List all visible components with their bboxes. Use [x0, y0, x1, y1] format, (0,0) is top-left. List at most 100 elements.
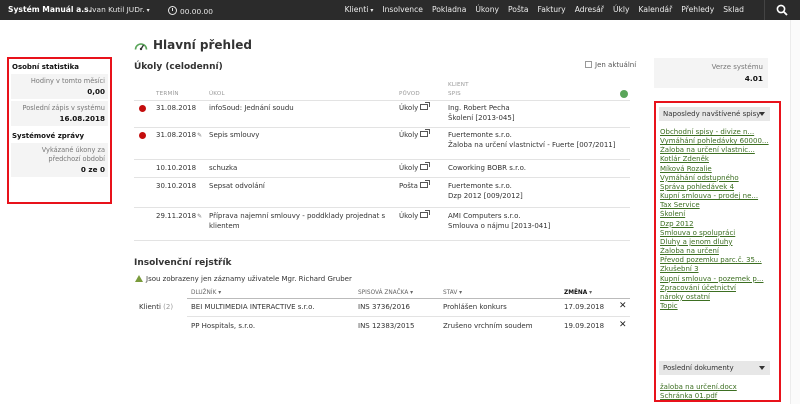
task-name[interactable]: schuzka: [209, 163, 237, 173]
stopwatch-icon: [168, 6, 177, 15]
recent-files-header[interactable]: Naposledy navštívené spisy: [659, 107, 770, 121]
task-name[interactable]: Sepsat odvolání: [209, 181, 265, 191]
recent-file-link[interactable]: Smlouva o spolupráci: [660, 229, 774, 238]
recent-docs-title: Poslední dokumenty: [663, 364, 734, 372]
ins-file-ref[interactable]: INS 3736/2016: [358, 302, 410, 312]
recent-file-link[interactable]: Kupní smlouva - prodej ne...: [660, 192, 774, 201]
col-change-label: Změna: [564, 290, 588, 296]
col-term[interactable]: Termín: [156, 91, 179, 97]
task-origin[interactable]: Pošta: [399, 180, 430, 191]
nav-ukony[interactable]: Úkony: [475, 5, 499, 14]
recent-file-link[interactable]: Tax Service: [660, 201, 774, 210]
flag-filter-icon[interactable]: [620, 90, 628, 98]
only-current-label: Jen aktuální: [595, 61, 637, 69]
task-name[interactable]: Příprava najemní smlouvy - poddklady pro…: [209, 211, 385, 231]
only-current-toggle[interactable]: Jen aktuální: [585, 61, 636, 69]
search-button[interactable]: [764, 0, 800, 20]
task-file[interactable]: Školení [2013-045]: [448, 113, 515, 123]
recent-file-link[interactable]: Převod pozemku parc.č. 35...: [660, 256, 774, 265]
recent-file-link[interactable]: Správa pohledávek 4: [660, 183, 774, 192]
recent-file-link[interactable]: Topic: [660, 302, 774, 311]
task-name[interactable]: infoSoud: Jednání soudu: [209, 103, 294, 113]
recent-file-link[interactable]: Zpracování účetnictví: [660, 284, 774, 293]
recent-file-link[interactable]: Zkušební 3: [660, 265, 774, 274]
nav-faktury[interactable]: Faktury: [538, 5, 566, 14]
recent-doc-link[interactable]: žaloba na určení.docx: [660, 383, 774, 392]
ins-debtor[interactable]: PP Hospitals, s.r.o.: [191, 321, 255, 331]
task-origin-text: Úkoly: [399, 212, 419, 220]
recent-file-link[interactable]: Školení: [660, 210, 774, 219]
dashboard-gauge-icon: [134, 43, 148, 51]
hours-label: Hodiny v tomto měsíci: [30, 77, 105, 85]
task-origin-text: Pošta: [399, 182, 418, 190]
only-current-checkbox[interactable]: [585, 61, 592, 68]
chevron-down-icon: ▾: [370, 7, 374, 14]
col-state[interactable]: Stav ▾: [443, 290, 462, 296]
page-scrollbar[interactable]: [790, 20, 800, 404]
nav-ukly[interactable]: Úkly: [613, 5, 630, 14]
recent-file-link[interactable]: Dzp 2012: [660, 220, 774, 229]
recent-file-link[interactable]: Vymáhání odstupného: [660, 174, 774, 183]
task-origin[interactable]: Úkoly: [399, 162, 431, 173]
nav-prehledy[interactable]: Přehledy: [681, 5, 714, 14]
group-clients[interactable]: Klienti (2): [139, 302, 173, 312]
open-external-icon: [420, 162, 431, 170]
personal-stats-panel: Osobní statistika Hodiny v tomto měsíci …: [7, 57, 112, 204]
task-client[interactable]: Ing. Robert Pecha: [448, 103, 510, 113]
recent-docs-header[interactable]: Poslední dokumenty: [659, 361, 770, 375]
task-origin[interactable]: Úkoly: [399, 129, 431, 140]
col-origin[interactable]: Původ: [399, 91, 420, 97]
ins-file-ref[interactable]: INS 12383/2015: [358, 321, 414, 331]
nav-pokladna[interactable]: Pokladna: [432, 5, 466, 14]
col-file[interactable]: Spis: [448, 91, 461, 97]
ins-state: Zrušeno vrchním soudem: [443, 322, 533, 330]
recent-file-link[interactable]: Kupní smlouva - pozemek p...: [660, 275, 774, 284]
delete-icon[interactable]: ✕: [619, 301, 627, 311]
col-file-ref[interactable]: Spisová značka ▾: [358, 290, 413, 296]
delete-icon[interactable]: ✕: [619, 320, 627, 330]
nav-sklad[interactable]: Sklad: [723, 5, 744, 14]
nav-insolvence[interactable]: Insolvence: [382, 5, 423, 14]
task-name-line: schuzka: [209, 164, 238, 172]
task-client[interactable]: Fuertemonte s.r.o.: [448, 181, 512, 191]
recent-file-link[interactable]: Žaloba na určení: [660, 247, 774, 256]
tasks-title: Úkoly (celodenní): [134, 62, 223, 72]
task-date: 31.08.2018✎: [156, 130, 202, 141]
recent-file-link[interactable]: Vymáhání pohledávky 60000...: [660, 137, 774, 146]
ins-debtor[interactable]: BEI MULTIMEDIA INTERACTIVE s.r.o.: [191, 302, 315, 312]
timer[interactable]: 00.00.00: [168, 5, 213, 16]
insolvency-note: Jsou zobrazeny jen záznamy uživatele Mgr…: [135, 275, 352, 283]
task-file[interactable]: Žaloba na určení vlastnictví - Fuerte [0…: [448, 140, 616, 150]
task-file[interactable]: Smlouva o nájmu [2013-041]: [448, 221, 550, 231]
task-date-text: 10.10.2018: [156, 164, 197, 172]
task-client[interactable]: Fuertemonte s.r.o.: [448, 130, 512, 140]
user-menu[interactable]: Ivan Kutil JUDr. ▾: [90, 5, 150, 14]
task-name[interactable]: Sepis smlouvy: [209, 130, 259, 140]
col-debtor[interactable]: Dlužník ▾: [191, 290, 221, 296]
task-client[interactable]: Coworking BOBR s.r.o.: [448, 163, 526, 173]
col-task[interactable]: Úkol: [209, 91, 225, 97]
recent-file-link[interactable]: Míková Rozalie: [660, 165, 774, 174]
recent-file-link[interactable]: Obchodní spisy - divize n...: [660, 128, 774, 137]
nav-posta[interactable]: Pošta: [508, 5, 529, 14]
recent-file-link[interactable]: Žaloba na určení vlastnic...: [660, 146, 774, 155]
task-origin[interactable]: Úkoly: [399, 210, 431, 221]
recent-file-link[interactable]: Dluhy a jenom dluhy: [660, 238, 774, 247]
task-file[interactable]: Dzp 2012 [009/2012]: [448, 191, 523, 201]
task-client[interactable]: AMI Computers s.r.o.: [448, 211, 521, 221]
task-origin[interactable]: Úkoly: [399, 102, 431, 113]
divider: [187, 298, 630, 299]
col-change[interactable]: Změna ▾: [564, 290, 592, 296]
last-entry-stat: Poslední zápis v systému 16.08.2018: [11, 101, 108, 126]
recent-file-link[interactable]: nároky ostatní: [660, 293, 774, 302]
priority-flag[interactable]: [139, 105, 146, 112]
priority-flag[interactable]: [139, 132, 146, 139]
col-client[interactable]: Klient: [448, 82, 469, 88]
nav-kalendar[interactable]: Kalendář: [639, 5, 673, 14]
task-name-line: klientem: [209, 222, 240, 230]
brand-logo[interactable]: Systém Manuál a.s.: [8, 5, 92, 14]
nav-klienti[interactable]: Klienti ▾: [336, 5, 374, 14]
recent-doc-link[interactable]: Schránka 01.pdf: [660, 392, 774, 401]
nav-adresar[interactable]: Adresář: [575, 5, 604, 14]
recent-file-link[interactable]: Kotlár Zdeněk: [660, 155, 774, 164]
